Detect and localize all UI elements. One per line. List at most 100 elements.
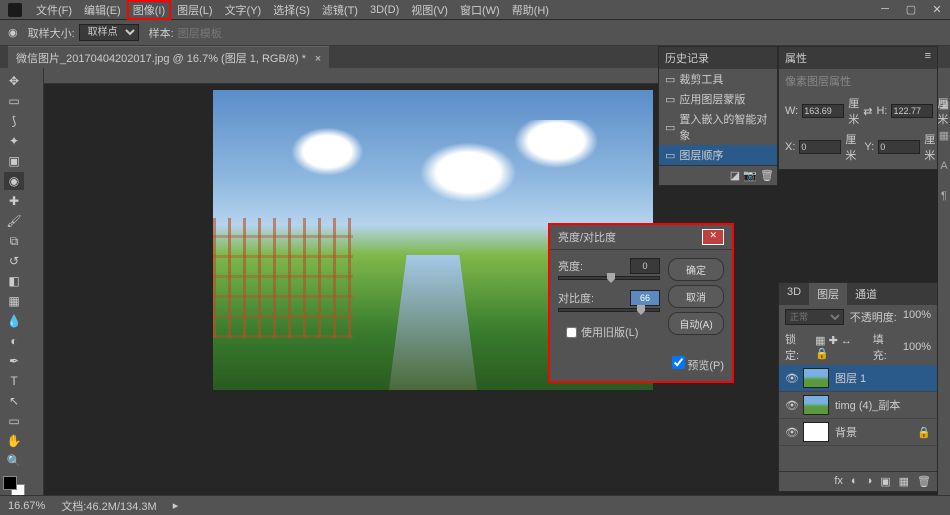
document-tab[interactable]: 微信图片_201704042020​17.jpg @ 16.7% (图层 1, …: [8, 46, 329, 69]
right-dock: ◪ ▦ A ¶: [938, 68, 950, 515]
wand-tool[interactable]: ✦: [4, 132, 24, 150]
eyedropper-tool[interactable]: ◉: [4, 172, 24, 190]
lasso-tool[interactable]: ⟆: [4, 112, 24, 130]
legacy-checkbox[interactable]: [566, 327, 577, 338]
eyedropper-icon: ◉: [8, 26, 18, 39]
layer-row[interactable]: 👁 timg (4)_副本: [779, 392, 937, 419]
visibility-icon[interactable]: 👁: [785, 399, 797, 412]
zoom-tool[interactable]: 🔍: [4, 452, 24, 470]
tab-channels[interactable]: 通道: [847, 283, 885, 305]
brightness-slider[interactable]: [558, 276, 660, 280]
layers-panel: 3D 图层 通道 正常 不透明度:100% 锁定: ▦ ✚ ↔ 🔒 填充:100…: [778, 282, 938, 492]
fill-value[interactable]: 100%: [903, 341, 931, 353]
opacity-label: 不透明度:: [850, 309, 897, 325]
doc-size: 文档:46.2M/134.3M: [61, 498, 156, 514]
fx-icon[interactable]: fx: [834, 475, 843, 488]
menu-window[interactable]: 窗口(W): [454, 0, 506, 20]
height-input[interactable]: [891, 104, 933, 118]
menu-3d[interactable]: 3D(D): [364, 2, 405, 18]
width-label: W:: [785, 105, 798, 117]
heal-tool[interactable]: ✚: [4, 192, 24, 210]
menu-help[interactable]: 帮助(H): [506, 0, 555, 20]
menu-filter[interactable]: 滤镜(T): [316, 0, 364, 20]
visibility-icon[interactable]: 👁: [785, 372, 797, 385]
hand-tool[interactable]: ✋: [4, 432, 24, 450]
brush-tool[interactable]: 🖌: [4, 212, 24, 230]
menu-image[interactable]: 图像(I): [127, 0, 171, 20]
shape-tool[interactable]: ▭: [4, 412, 24, 430]
window-controls: ─ ▢ ✕: [876, 2, 946, 16]
dock-swatches-icon[interactable]: ▦: [939, 129, 949, 142]
contrast-slider[interactable]: [558, 308, 660, 312]
zoom-value[interactable]: 16.67%: [8, 500, 45, 512]
history-item[interactable]: ▭应用图层蒙版: [659, 89, 777, 109]
dialog-close-icon[interactable]: ✕: [702, 229, 724, 245]
history-trash-icon[interactable]: 🗑: [760, 170, 774, 182]
tab-3d[interactable]: 3D: [779, 283, 809, 305]
link-icon[interactable]: ⇄: [863, 105, 872, 118]
history-item[interactable]: ▭图层顺序: [659, 145, 777, 165]
maximize-icon[interactable]: ▢: [902, 2, 920, 16]
layer-thumb: [803, 395, 829, 415]
mask-icon[interactable]: ◐: [851, 475, 858, 488]
menu-layer[interactable]: 图层(L): [171, 0, 218, 20]
y-input[interactable]: [878, 140, 920, 154]
layer-row[interactable]: 👁 图层 1: [779, 365, 937, 392]
dodge-tool[interactable]: ◐: [4, 332, 24, 350]
layer-name: 图层 1: [835, 370, 866, 386]
dock-paragraph-icon[interactable]: ¶: [941, 190, 947, 202]
opacity-value[interactable]: 100%: [903, 309, 931, 325]
menu-edit[interactable]: 编辑(E): [78, 0, 127, 20]
layer-thumb: [803, 422, 829, 442]
dock-type-icon[interactable]: A: [940, 160, 947, 172]
new-layer-icon[interactable]: ▦: [899, 475, 909, 488]
marquee-tool[interactable]: ▭: [4, 92, 24, 110]
menu-bar: 文件(F) 编辑(E) 图像(I) 图层(L) 文字(Y) 选择(S) 滤镜(T…: [0, 0, 950, 20]
menu-file[interactable]: 文件(F): [30, 0, 78, 20]
history-item[interactable]: ▭置入嵌入的智能对象: [659, 109, 777, 145]
gradient-tool[interactable]: ▦: [4, 292, 24, 310]
status-arrow-icon[interactable]: ▸: [173, 499, 179, 512]
menu-view[interactable]: 视图(V): [405, 0, 454, 20]
lock-icons[interactable]: ▦ ✚ ↔ 🔒: [815, 334, 867, 360]
blur-tool[interactable]: 💧: [4, 312, 24, 330]
layer-row[interactable]: 👁 背景 🔒: [779, 419, 937, 446]
cancel-button[interactable]: 取消: [668, 285, 724, 308]
menu-select[interactable]: 选择(S): [267, 0, 316, 20]
contrast-input[interactable]: [630, 290, 660, 306]
stamp-tool[interactable]: ⧉: [4, 232, 24, 250]
path-tool[interactable]: ↖: [4, 392, 24, 410]
tab-layers[interactable]: 图层: [809, 283, 847, 305]
pen-tool[interactable]: ✒: [4, 352, 24, 370]
brightness-input[interactable]: [630, 258, 660, 274]
auto-button[interactable]: 自动(A): [668, 312, 724, 335]
close-icon[interactable]: ✕: [928, 2, 946, 16]
ok-button[interactable]: 确定: [668, 258, 724, 281]
preview-checkbox[interactable]: [672, 356, 685, 369]
menu-type[interactable]: 文字(Y): [219, 0, 268, 20]
sample-size-select[interactable]: 取样点: [79, 24, 139, 41]
history-brush-tool[interactable]: ↺: [4, 252, 24, 270]
trash-icon[interactable]: 🗑: [917, 475, 931, 488]
blend-mode-select[interactable]: 正常: [785, 309, 844, 325]
width-input[interactable]: [802, 104, 844, 118]
image-detail: [213, 218, 353, 338]
lock-label: 锁定:: [785, 331, 809, 363]
visibility-icon[interactable]: 👁: [785, 426, 797, 439]
eraser-tool[interactable]: ◧: [4, 272, 24, 290]
x-input[interactable]: [799, 140, 841, 154]
preview-label: 预览(P): [687, 360, 724, 372]
tab-close-icon[interactable]: ×: [315, 53, 321, 65]
group-icon[interactable]: ▣: [880, 475, 890, 488]
history-snapshot-icon[interactable]: ◪: [730, 170, 740, 182]
history-item[interactable]: ▭裁剪工具: [659, 69, 777, 89]
sample-option[interactable]: 图层模板: [178, 25, 222, 41]
options-bar: ◉ 取样大小: 取样点 样本: 图层模板: [0, 20, 950, 46]
move-tool[interactable]: ✥: [4, 72, 24, 90]
type-tool[interactable]: T: [4, 372, 24, 390]
panel-menu-icon[interactable]: ≡: [925, 50, 931, 66]
history-new-icon[interactable]: 📷: [743, 170, 757, 182]
adjustment-icon[interactable]: ◑: [866, 475, 873, 488]
crop-tool[interactable]: ▣: [4, 152, 24, 170]
minimize-icon[interactable]: ─: [876, 2, 894, 16]
